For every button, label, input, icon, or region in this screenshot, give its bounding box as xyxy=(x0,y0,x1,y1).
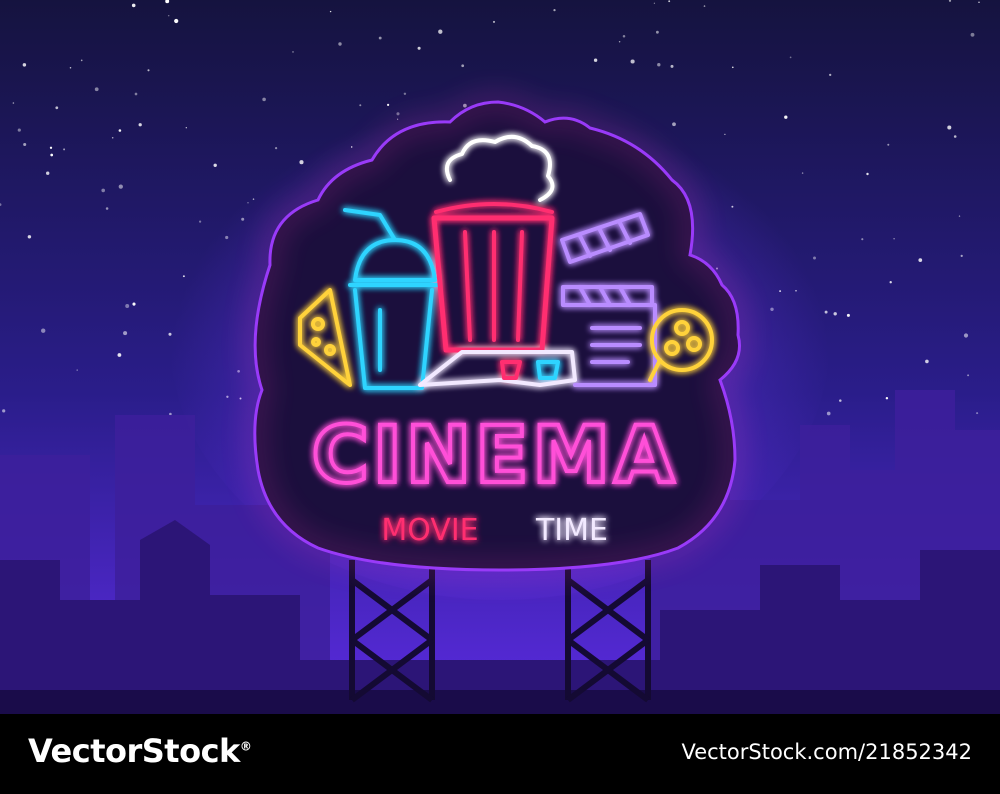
star xyxy=(958,215,961,217)
star xyxy=(105,207,109,210)
star xyxy=(417,46,421,50)
star xyxy=(46,171,50,175)
star xyxy=(618,41,621,43)
star xyxy=(69,67,72,69)
star xyxy=(839,399,842,402)
star xyxy=(22,63,27,67)
star xyxy=(960,254,963,258)
star xyxy=(138,123,142,127)
star xyxy=(925,359,929,364)
star xyxy=(101,188,106,193)
star xyxy=(338,42,342,46)
star xyxy=(829,73,832,77)
star xyxy=(953,135,957,138)
star xyxy=(117,353,122,357)
star xyxy=(801,172,804,174)
star xyxy=(329,10,332,13)
star xyxy=(118,129,122,132)
sign-subtitle-movie: MOVIE xyxy=(381,513,478,548)
star xyxy=(131,3,136,8)
brand-mark: ® xyxy=(239,739,252,754)
star xyxy=(784,115,788,119)
star xyxy=(668,0,671,3)
star xyxy=(978,1,980,3)
star xyxy=(833,312,837,316)
star xyxy=(213,163,217,167)
star xyxy=(2,409,6,413)
star xyxy=(76,369,78,371)
star xyxy=(438,29,443,34)
star xyxy=(826,411,831,416)
image-id: VectorStock.com/21852342 xyxy=(681,740,972,764)
star xyxy=(50,153,54,157)
star xyxy=(887,143,890,146)
star xyxy=(169,412,172,416)
star xyxy=(889,281,892,284)
star xyxy=(657,63,661,67)
star xyxy=(111,137,114,139)
star xyxy=(147,69,150,72)
sign-subtitle-time: TIME xyxy=(535,513,608,548)
star xyxy=(132,302,136,306)
star xyxy=(17,128,21,132)
ground xyxy=(0,690,1000,714)
star xyxy=(703,5,706,7)
star xyxy=(125,304,130,308)
star xyxy=(12,102,15,104)
star xyxy=(670,64,674,68)
star xyxy=(885,396,889,400)
star xyxy=(23,142,27,147)
star xyxy=(118,184,123,189)
neon-cinema-scene: CINEMA MOVIE TIME xyxy=(0,0,1000,714)
star xyxy=(789,56,792,59)
star xyxy=(593,58,598,62)
star xyxy=(846,313,850,317)
star xyxy=(970,32,975,37)
star xyxy=(174,18,179,24)
star xyxy=(731,66,734,69)
star xyxy=(41,328,46,333)
star xyxy=(653,2,656,4)
sign-title: CINEMA xyxy=(312,411,679,501)
star xyxy=(492,20,496,23)
poster: CINEMA MOVIE TIME VectorStock® VectorSto… xyxy=(0,0,1000,794)
star xyxy=(861,238,864,241)
star xyxy=(55,106,59,110)
star xyxy=(553,8,556,12)
star xyxy=(49,146,53,149)
star xyxy=(27,235,32,239)
vectorstock-logo: VectorStock® xyxy=(28,732,252,770)
star xyxy=(963,333,969,338)
star xyxy=(866,172,869,176)
star xyxy=(967,374,970,377)
star xyxy=(63,148,66,151)
star xyxy=(185,127,187,129)
watermark-bar: VectorStock® VectorStock.com/21852342 xyxy=(0,714,1000,794)
star xyxy=(167,14,170,17)
star xyxy=(94,87,99,92)
star xyxy=(622,35,626,38)
star xyxy=(123,331,128,336)
star xyxy=(80,59,83,62)
star xyxy=(893,237,895,240)
star xyxy=(262,97,266,102)
star xyxy=(724,133,726,136)
star xyxy=(976,412,979,415)
brand-name: VectorStock xyxy=(28,732,240,770)
star xyxy=(292,51,294,53)
star xyxy=(918,258,923,262)
star xyxy=(461,64,465,68)
star xyxy=(199,220,202,223)
star xyxy=(134,92,138,96)
star xyxy=(656,30,659,34)
star xyxy=(630,59,635,64)
star xyxy=(378,36,382,40)
star xyxy=(947,125,952,130)
